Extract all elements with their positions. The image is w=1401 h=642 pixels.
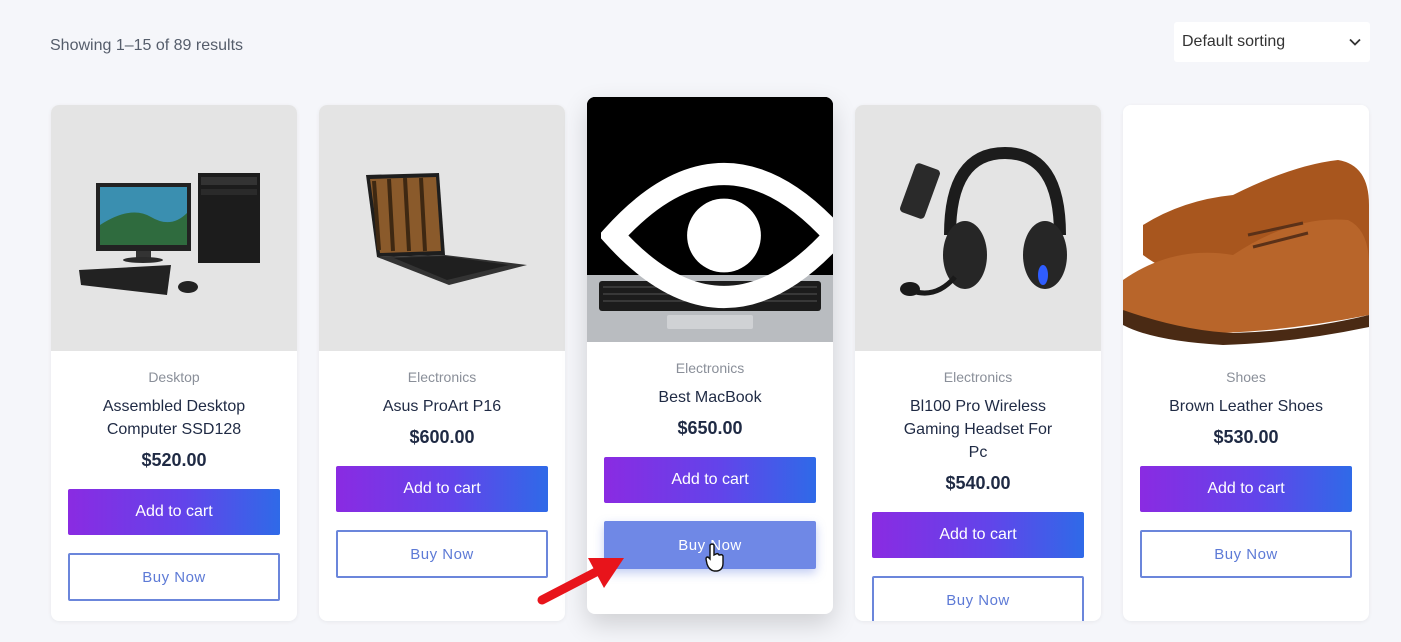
buy-now-button[interactable]: Buy Now — [336, 530, 548, 578]
product-price: $650.00 — [677, 418, 743, 438]
product-card: Electronics Bl100 Pro Wireless Gaming He… — [855, 105, 1101, 621]
product-price: $600.00 — [409, 427, 475, 447]
product-title[interactable]: Best MacBook — [587, 386, 833, 409]
product-category: Desktop — [148, 369, 200, 385]
product-image-headset[interactable] — [855, 105, 1101, 351]
add-to-cart-button[interactable]: Add to cart — [1140, 466, 1352, 512]
chevron-down-icon — [1349, 38, 1361, 46]
product-title[interactable]: Brown Leather Shoes — [1123, 395, 1369, 418]
product-card: Electronics Best MacBook $650.00 Add to … — [587, 97, 833, 614]
product-category: Shoes — [1226, 369, 1266, 385]
buy-now-button[interactable]: Buy Now — [872, 576, 1084, 621]
add-to-cart-button[interactable]: Add to cart — [604, 457, 816, 503]
eye-icon[interactable] — [601, 113, 833, 342]
product-category: Electronics — [943, 369, 1013, 385]
product-title[interactable]: Asus ProArt P16 — [319, 395, 565, 418]
product-card: Shoes Brown Leather Shoes $530.00 Add to… — [1123, 105, 1369, 621]
sort-select[interactable]: Default sorting — [1174, 22, 1370, 62]
product-title[interactable]: Bl100 Pro Wireless Gaming Headset For Pc — [855, 395, 1101, 464]
annotation-arrow-icon — [537, 558, 624, 605]
add-to-cart-button[interactable]: Add to cart — [68, 489, 280, 535]
sort-select-label: Default sorting — [1182, 33, 1286, 50]
product-price: $530.00 — [1213, 427, 1279, 447]
product-price: $540.00 — [945, 473, 1011, 493]
product-card: Electronics Asus ProArt P16 $600.00 Add … — [319, 105, 565, 621]
buy-now-button[interactable]: Buy Now — [68, 553, 280, 601]
product-image-shoes[interactable] — [1123, 105, 1369, 351]
product-image-macbook[interactable] — [587, 97, 833, 342]
product-category: Electronics — [675, 360, 745, 376]
result-count: Showing 1–15 of 89 results — [50, 37, 244, 54]
add-to-cart-button[interactable]: Add to cart — [872, 512, 1084, 558]
product-title[interactable]: Assembled Desktop Computer SSD128 — [51, 395, 297, 441]
product-card: Desktop Assembled Desktop Computer SSD12… — [51, 105, 297, 621]
buy-now-button[interactable]: Buy Now — [1140, 530, 1352, 578]
product-price: $520.00 — [141, 450, 207, 470]
product-category: Electronics — [407, 369, 477, 385]
product-image-desktop[interactable] — [51, 105, 297, 351]
pointer-cursor-icon — [705, 543, 724, 572]
add-to-cart-button[interactable]: Add to cart — [336, 466, 548, 512]
product-image-laptop[interactable] — [319, 105, 565, 351]
